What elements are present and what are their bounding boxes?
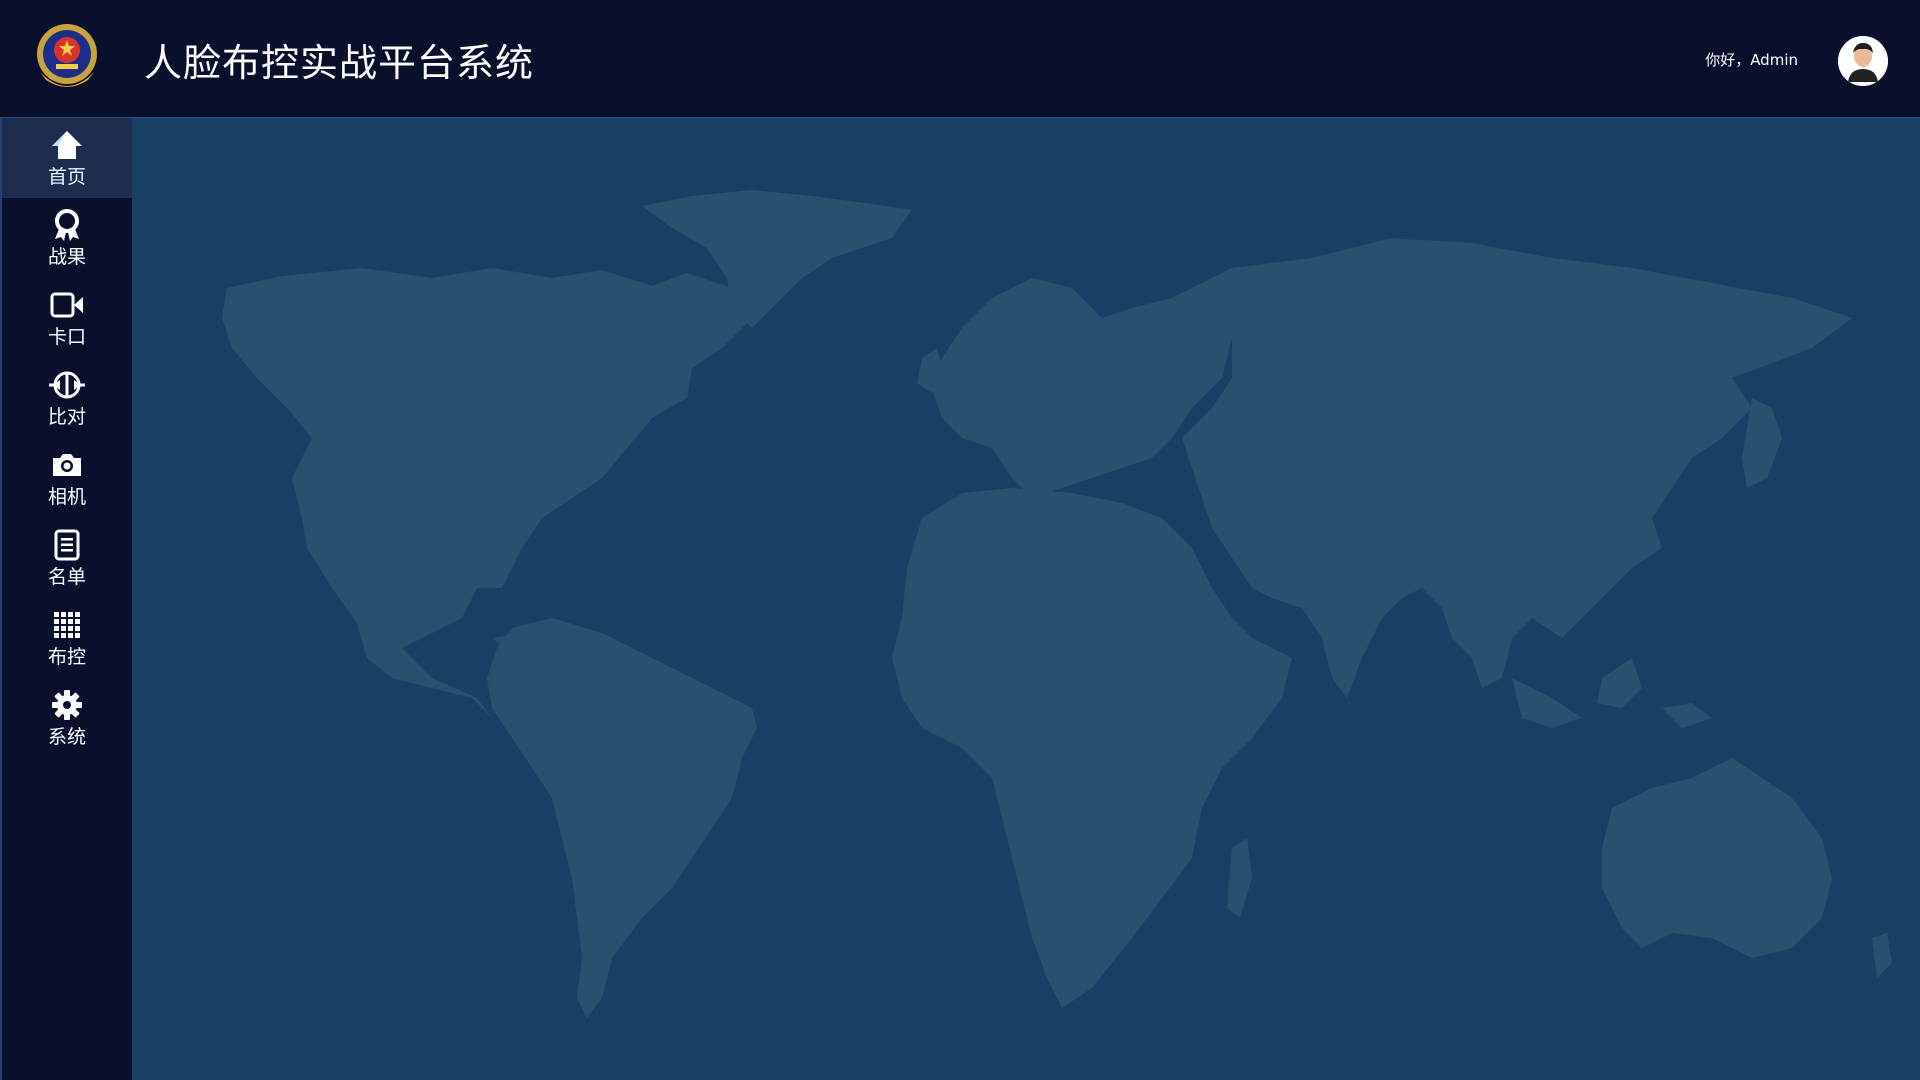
sidebar-item-list[interactable]: 名单 (2, 518, 132, 598)
police-emblem-icon (37, 24, 97, 87)
sidebar-item-surveillance[interactable]: 布控 (2, 598, 132, 678)
app-title: 人脸布控实战平台系统 (144, 41, 535, 85)
south-america (487, 618, 757, 1018)
document-icon (54, 529, 80, 561)
sidebar-item-home[interactable]: 首页 (2, 118, 132, 198)
sidebar-item-results[interactable]: 战果 (2, 198, 132, 278)
africa (892, 488, 1292, 1008)
sidebar-item-label: 卡口 (47, 326, 86, 348)
sidebar-item-label: 名单 (47, 566, 86, 588)
sidebar-item-checkpoint[interactable]: 卡口 (2, 278, 132, 358)
new-zealand (1872, 933, 1892, 978)
user-avatar-icon (1838, 36, 1888, 86)
app-window: 人脸布控实战平台系统 你好，Admin 首页 战果 卡口 比对 相机 名单 布控… (0, 0, 1920, 1080)
camera-icon (53, 454, 81, 476)
madagascar (1227, 838, 1252, 918)
top-header: 人脸布控实战平台系统 你好，Admin (0, 0, 1920, 118)
home-icon (52, 131, 82, 159)
user-greeting: 你好，Admin (1705, 51, 1798, 69)
europe (932, 278, 1232, 498)
video-camera-icon (50, 292, 83, 318)
north-america (222, 268, 752, 718)
sidebar-item-label: 相机 (47, 486, 86, 508)
sidebar-item-camera[interactable]: 相机 (2, 438, 132, 518)
gear-icon (52, 690, 82, 720)
sidebar-item-compare[interactable]: 比对 (2, 358, 132, 438)
user-avatar[interactable] (1838, 36, 1888, 86)
compare-icon (49, 371, 85, 399)
sidebar-item-label: 系统 (47, 726, 86, 748)
sidebar-item-label: 战果 (47, 246, 86, 268)
sidebar-item-label: 首页 (47, 166, 86, 188)
sidebar-item-system[interactable]: 系统 (2, 678, 132, 758)
world-map (222, 190, 1892, 1018)
sidebar-item-label: 比对 (47, 406, 86, 428)
indonesia (1512, 658, 1712, 728)
grid-icon (54, 612, 80, 638)
award-icon (55, 209, 79, 241)
sidebar-nav: 首页 战果 卡口 比对 相机 名单 布控 系统 (0, 118, 132, 1080)
sidebar-item-label: 布控 (47, 646, 86, 668)
map-area[interactable] (132, 118, 1920, 1080)
australia (1602, 758, 1832, 958)
